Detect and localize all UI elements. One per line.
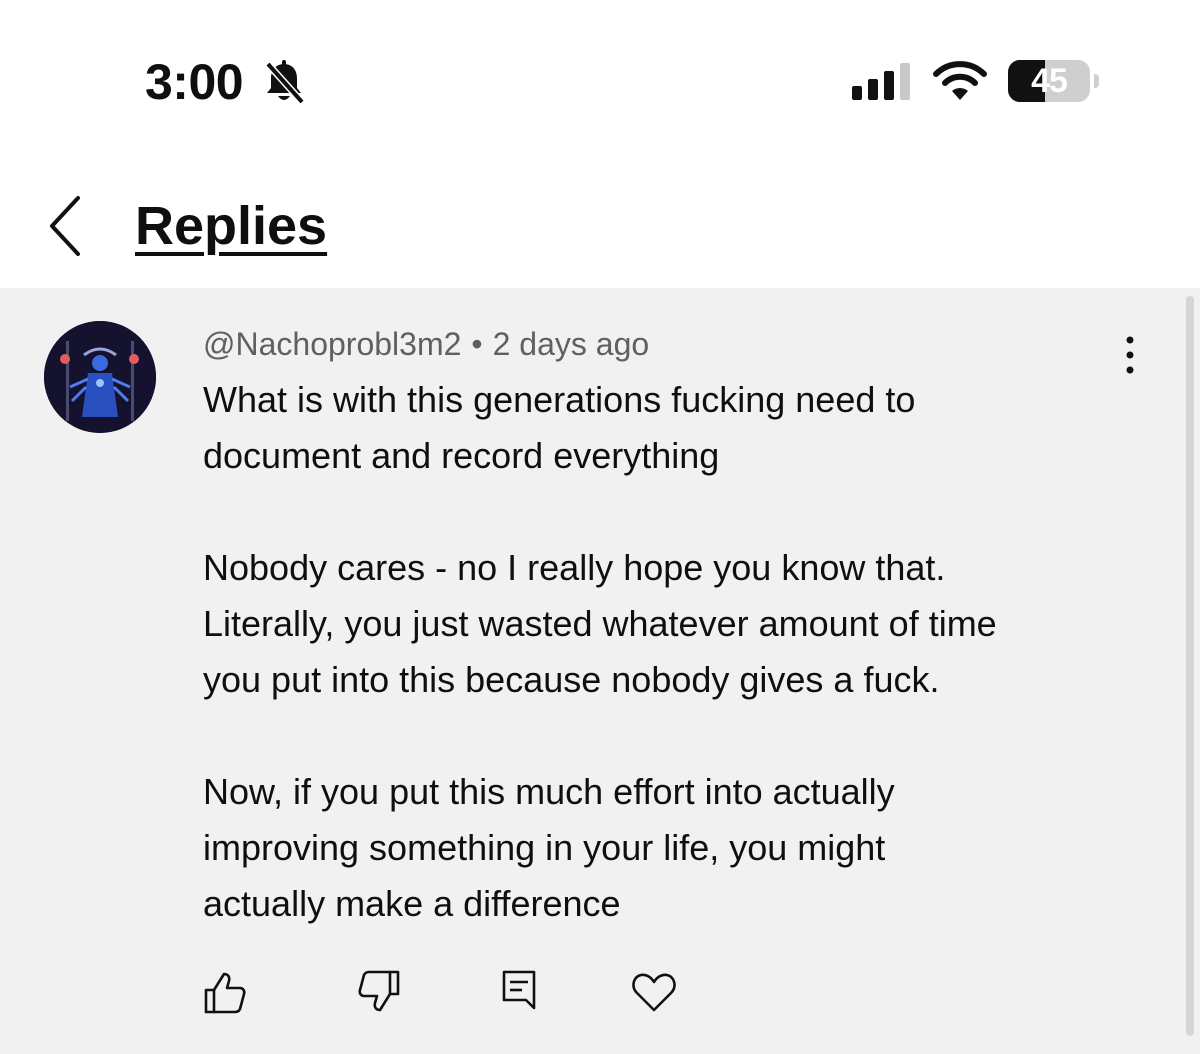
heart-icon[interactable] bbox=[626, 964, 682, 1020]
avatar[interactable] bbox=[44, 321, 156, 433]
comment-line: improving something in your life, you mi… bbox=[203, 827, 886, 868]
comment-line: Nobody cares - no I really hope you know… bbox=[203, 547, 946, 588]
comment-line: What is with this generations fucking ne… bbox=[203, 379, 916, 420]
comment-author[interactable]: @Nachoprobl3m2 bbox=[203, 326, 461, 362]
battery-level: 45 bbox=[1031, 62, 1068, 100]
comment-line bbox=[203, 484, 1163, 540]
reply-icon[interactable] bbox=[492, 964, 548, 1020]
status-bar: 3:00 45 bbox=[0, 0, 1200, 150]
comment-line: you put into this because nobody gives a… bbox=[203, 659, 940, 700]
meta-separator: • bbox=[471, 326, 483, 362]
comment-line: Now, if you put this much effort into ac… bbox=[203, 771, 895, 812]
status-time: 3:00 bbox=[145, 54, 244, 110]
comment-body: What is with this generations fucking ne… bbox=[203, 372, 1163, 932]
battery-icon: 45 bbox=[1008, 60, 1099, 102]
avatar-art bbox=[44, 321, 156, 433]
comment-actions bbox=[0, 964, 1200, 1024]
battery-body: 45 bbox=[1008, 60, 1090, 102]
cellular-signal-icon bbox=[852, 63, 910, 100]
bell-off-icon bbox=[265, 60, 305, 105]
comment-meta: @Nachoprobl3m2 • 2 days ago bbox=[203, 324, 649, 364]
page-title: Replies bbox=[135, 196, 328, 256]
comment-timestamp: 2 days ago bbox=[492, 326, 650, 362]
vertical-ellipsis-icon[interactable] bbox=[1112, 334, 1148, 376]
wifi-icon bbox=[933, 61, 987, 100]
comment-line bbox=[203, 708, 1163, 764]
battery-cap bbox=[1094, 74, 1099, 88]
comment-line: actually make a difference bbox=[203, 883, 621, 924]
chevron-left-icon[interactable] bbox=[40, 192, 90, 262]
comment-thread: @Nachoprobl3m2 • 2 days ago What is with t… bbox=[0, 288, 1200, 1054]
thumbs-down-icon[interactable] bbox=[352, 964, 408, 1020]
thumbs-up-icon[interactable] bbox=[196, 964, 252, 1020]
comment-line: document and record everything bbox=[203, 435, 720, 476]
comment-line: Literally, you just wasted whatever amou… bbox=[203, 603, 997, 644]
scrollbar[interactable] bbox=[1186, 296, 1194, 1036]
replies-header: Replies bbox=[0, 150, 1200, 288]
